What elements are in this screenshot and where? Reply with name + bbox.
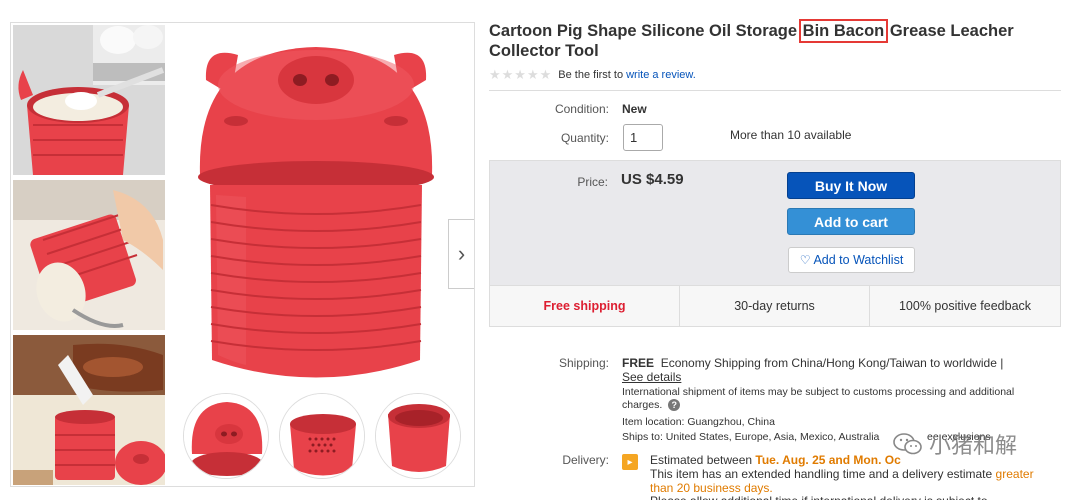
circle-thumbnail-1[interactable] — [183, 393, 269, 479]
quantity-input[interactable]: 1 — [623, 124, 663, 151]
shipping-method-line: FREE Economy Shipping from China/Hong Ko… — [622, 356, 1062, 370]
delivery-dates: Tue. Aug. 25 and Mon. Oc — [755, 453, 901, 467]
add-to-watchlist-button[interactable]: ♡ Add to Watchlist — [788, 247, 915, 273]
feedback-feature: 100% positive feedback — [898, 299, 1032, 313]
title-part-1: Cartoon Pig Shape Silicone Oil Storage — [489, 22, 798, 40]
see-details-link[interactable]: See details — [622, 370, 681, 384]
returns-feature: 30-day returns — [680, 286, 870, 326]
ships-to: Ships to: United States, Europe, Asia, M… — [622, 431, 880, 443]
write-review-link[interactable]: write a review. — [626, 69, 696, 81]
shipping-method: Economy Shipping from China/Hong Kong/Ta… — [660, 356, 1004, 370]
quantity-label: Quantity: — [560, 131, 609, 145]
thumbnail-3[interactable] — [13, 335, 165, 485]
watermark: 小猪和解 — [893, 426, 1078, 462]
availability-text: More than 10 available — [730, 128, 852, 142]
main-product-photo[interactable] — [176, 25, 456, 405]
item-location: Item location: Guangzhou, China — [622, 416, 775, 428]
circle-thumbnail-2[interactable] — [279, 393, 365, 479]
buy-it-now-button[interactable]: Buy It Now — [787, 172, 915, 199]
delivery-extra: Please allow additional time if internat… — [650, 494, 1060, 500]
delivery-label: Delivery: — [562, 453, 609, 467]
thumbnail-2[interactable] — [13, 180, 165, 330]
feature-strip: Free shipping 30-day returns 100% positi… — [490, 285, 1060, 326]
price-value: US $4.59 — [621, 171, 684, 188]
question-icon[interactable]: ? — [668, 399, 681, 412]
handling-note-prefix: This item has an extended handling time … — [650, 467, 993, 481]
shipping-label: Shipping: — [558, 356, 609, 370]
see-details-wrap: See details — [622, 370, 681, 384]
circle-thumbnail-3[interactable] — [375, 393, 461, 479]
heart-icon: ♡ — [799, 253, 811, 267]
star-rating-icon: ★★★★★ — [489, 67, 553, 82]
thumbnail-1[interactable] — [13, 25, 165, 175]
price-label: Price: — [577, 175, 608, 189]
rating-row: ★★★★★ Be the first to write a review. — [489, 67, 696, 83]
delivery-estimate-prefix: Estimated between — [650, 453, 753, 467]
product-title: Cartoon Pig Shape Silicone Oil Storage B… — [489, 19, 1069, 61]
next-image-button[interactable]: › — [448, 219, 474, 289]
chevron-right-icon: › — [457, 241, 466, 266]
thumbnail-strip — [13, 25, 165, 485]
wechat-logo-icon — [893, 433, 922, 455]
add-to-cart-button[interactable]: Add to cart — [787, 208, 915, 235]
divider — [489, 90, 1061, 91]
delivery-estimate: Estimated between Tue. Aug. 25 and Mon. … — [650, 453, 901, 467]
condition-label: Condition: — [554, 102, 609, 116]
delivery-badge-icon: ▸ — [622, 454, 638, 470]
condition-value: New — [622, 102, 647, 116]
free-shipping-feature: Free shipping — [490, 286, 680, 326]
rating-prompt: Be the first to — [558, 69, 624, 81]
watermark-text: 小猪和解 — [929, 434, 1018, 459]
image-gallery: › — [10, 22, 475, 487]
free-shipping-text: FREE — [622, 356, 655, 370]
handling-note: This item has an extended handling time … — [650, 467, 1060, 495]
title-highlighted-keyword: Bin Bacon — [798, 19, 889, 43]
customs-note-wrap: International shipment of items may be s… — [622, 386, 1042, 412]
customs-note: International shipment of items may be s… — [622, 386, 1015, 411]
watchlist-label: Add to Watchlist — [813, 253, 904, 267]
